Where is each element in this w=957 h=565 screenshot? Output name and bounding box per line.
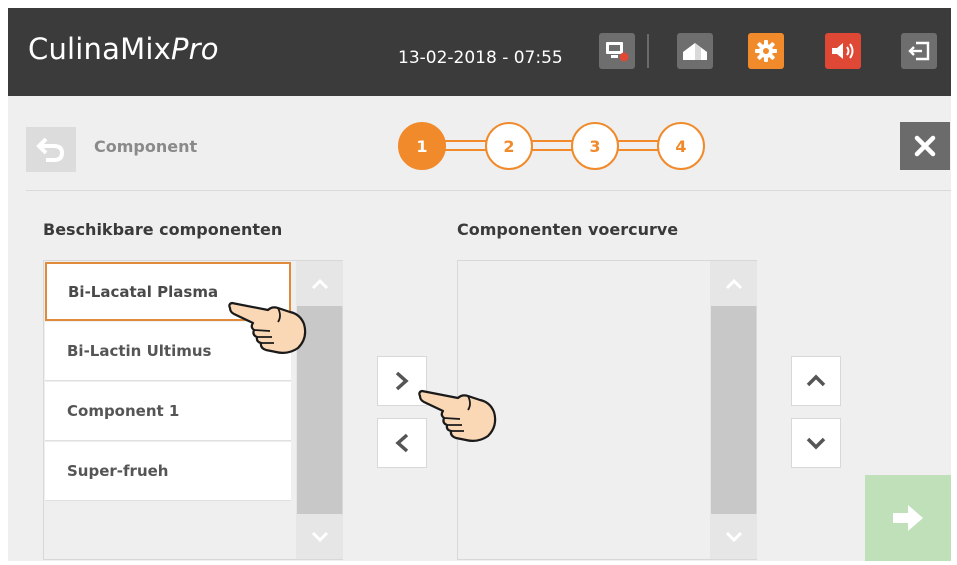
- app-name-main: CulinaMix: [28, 32, 171, 66]
- date-time: 13-02-2018 - 07:55: [398, 48, 563, 68]
- back-icon: [36, 137, 65, 162]
- chevron-up-icon: [725, 278, 743, 289]
- close-icon: [914, 135, 936, 157]
- logout-button[interactable]: [901, 33, 937, 69]
- divider: [26, 190, 951, 191]
- chevron-right-icon: [395, 371, 409, 391]
- back-button[interactable]: [26, 127, 76, 172]
- available-components-title: Beschikbare componenten: [43, 220, 283, 239]
- screen-warning-button[interactable]: [599, 33, 635, 69]
- chevron-left-icon: [395, 433, 409, 453]
- toolbar-separator: [647, 34, 649, 68]
- pointing-hand-icon: [418, 389, 497, 442]
- chevron-down-icon: [806, 437, 826, 450]
- logout-icon: [908, 41, 930, 61]
- move-up-button[interactable]: [791, 356, 841, 406]
- list-item[interactable]: Super-frueh: [45, 442, 291, 501]
- next-button[interactable]: [865, 475, 951, 561]
- arrow-right-icon: [893, 505, 923, 531]
- pointing-hand-icon: [228, 301, 307, 354]
- scroll-up-button[interactable]: [711, 261, 757, 306]
- curve-components-title: Componenten voercurve: [457, 220, 679, 239]
- curve-components-list: [457, 260, 757, 560]
- step-1[interactable]: 1: [398, 122, 446, 170]
- app-name-suffix: Pro: [170, 32, 219, 66]
- chevron-up-icon: [311, 278, 329, 289]
- sound-button[interactable]: [825, 33, 861, 69]
- list-item[interactable]: Component 1: [45, 382, 291, 441]
- scroll-down-button[interactable]: [297, 514, 343, 559]
- chevron-down-icon: [311, 531, 329, 542]
- chevron-up-icon: [806, 374, 826, 387]
- screen-warning-icon: [606, 42, 629, 62]
- step-connector: [531, 140, 573, 151]
- home-button[interactable]: [677, 33, 713, 69]
- chevron-down-icon: [725, 531, 743, 542]
- top-bar: CulinaMixPro 13-02-2018 - 07:55: [8, 8, 951, 96]
- speaker-icon: [832, 43, 854, 59]
- step-2[interactable]: 2: [485, 122, 533, 170]
- step-3[interactable]: 3: [571, 122, 619, 170]
- step-connector: [444, 140, 486, 151]
- step-connector: [617, 140, 659, 151]
- curve-scrollbar[interactable]: [710, 261, 757, 559]
- page-title: Component: [94, 137, 198, 156]
- step-indicator: 1 2 3 4: [398, 122, 708, 172]
- gear-icon: [755, 40, 777, 62]
- settings-button[interactable]: [748, 33, 784, 69]
- app-frame: CulinaMixPro 13-02-2018 - 07:55 Componen…: [8, 8, 951, 561]
- close-button[interactable]: [900, 122, 950, 170]
- move-down-button[interactable]: [791, 418, 841, 468]
- app-logo: CulinaMixPro: [28, 32, 219, 66]
- home-icon: [683, 43, 707, 60]
- scroll-down-button[interactable]: [711, 514, 757, 559]
- step-4[interactable]: 4: [657, 122, 705, 170]
